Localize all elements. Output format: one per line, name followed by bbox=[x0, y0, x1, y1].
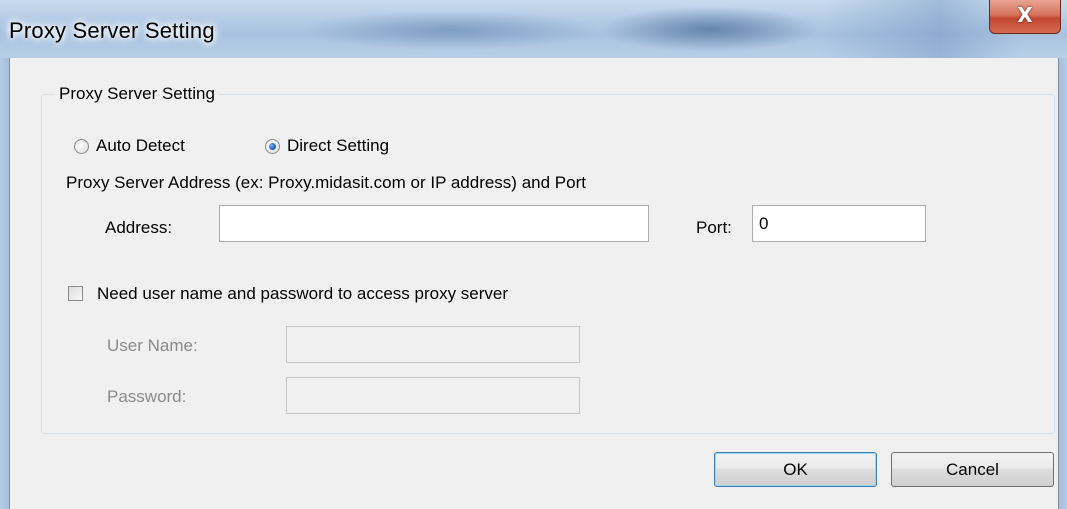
need-auth-label[interactable]: Need user name and password to access pr… bbox=[97, 284, 508, 304]
username-input[interactable] bbox=[286, 326, 580, 363]
direct-setting-label[interactable]: Direct Setting bbox=[287, 136, 389, 156]
address-input[interactable] bbox=[219, 205, 649, 242]
window-frame-right bbox=[1058, 58, 1067, 509]
window-title: Proxy Server Setting bbox=[9, 18, 215, 43]
address-label: Address: bbox=[105, 218, 173, 237]
title-bar[interactable]: Proxy Server Setting X bbox=[0, 0, 1067, 58]
port-label: Port: bbox=[696, 218, 732, 237]
dialog-body: Proxy Server Setting Auto Detect Direct … bbox=[10, 58, 1058, 509]
direct-setting-radio[interactable] bbox=[265, 139, 280, 154]
close-button[interactable]: X bbox=[989, 0, 1061, 34]
auto-detect-radio[interactable] bbox=[74, 139, 89, 154]
auto-detect-label[interactable]: Auto Detect bbox=[96, 136, 185, 156]
close-icon: X bbox=[1017, 3, 1033, 27]
address-hint: Proxy Server Address (ex: Proxy.midasit.… bbox=[66, 173, 586, 192]
proxy-settings-dialog: Proxy Server Setting X Proxy Server Sett… bbox=[0, 0, 1067, 509]
group-title: Proxy Server Setting bbox=[55, 84, 219, 104]
title-bar-glass bbox=[300, 10, 600, 50]
ok-button[interactable]: OK bbox=[714, 452, 877, 487]
cancel-button[interactable]: Cancel bbox=[891, 452, 1054, 487]
password-input[interactable] bbox=[286, 377, 580, 414]
radio-selected-dot bbox=[269, 143, 276, 150]
username-label: User Name: bbox=[107, 336, 198, 355]
password-label: Password: bbox=[107, 387, 187, 406]
need-auth-checkbox[interactable] bbox=[68, 286, 83, 301]
title-bar-glass bbox=[600, 6, 820, 52]
port-input[interactable] bbox=[752, 205, 926, 242]
window-frame-left bbox=[0, 58, 10, 509]
